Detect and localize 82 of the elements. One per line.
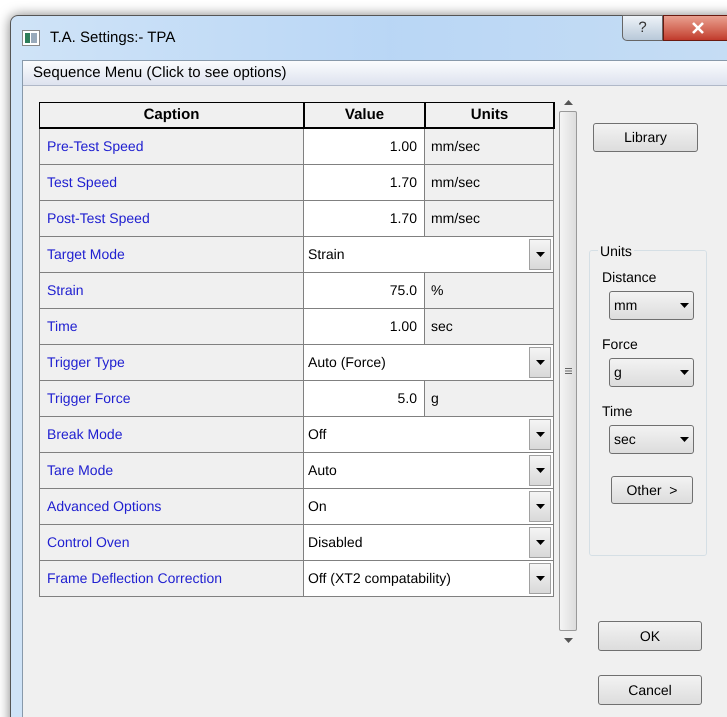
other-button[interactable]: Other >	[611, 476, 693, 504]
column-header: Caption	[40, 103, 305, 129]
cancel-button[interactable]: Cancel	[598, 675, 702, 705]
value-dropdown[interactable]: Off	[304, 417, 554, 453]
field-label: Distance	[602, 268, 658, 287]
dropdown-value: Auto	[308, 461, 337, 480]
caption-cell: Trigger Type	[39, 345, 304, 381]
value-field[interactable]: 5.0	[304, 381, 425, 417]
dropdown-value: Disabled	[308, 533, 362, 552]
dropdown-value: Strain	[308, 245, 345, 264]
window-icon	[22, 30, 40, 46]
grip-icon	[564, 368, 572, 374]
dropdown-value: On	[308, 497, 327, 516]
column-header: Units	[426, 103, 555, 129]
column-header: Value	[305, 103, 426, 129]
dropdown-value: g	[614, 363, 622, 382]
units-cell: mm/sec	[425, 165, 554, 201]
caption-cell: Pre-Test Speed	[39, 129, 304, 165]
caption-cell: Post-Test Speed	[39, 201, 304, 237]
units-dropdown[interactable]: mm	[609, 291, 694, 320]
help-button[interactable]: ?	[622, 15, 663, 41]
dropdown-button[interactable]	[529, 455, 551, 486]
value-dropdown[interactable]: On	[304, 489, 554, 525]
field-label: Time	[602, 402, 634, 421]
caption-cell: Time	[39, 309, 304, 345]
caption-cell: Trigger Force	[39, 381, 304, 417]
caret-down-icon	[680, 303, 689, 308]
close-button[interactable]	[663, 15, 727, 41]
dropdown-button[interactable]	[529, 563, 551, 594]
sequence-menu-bar[interactable]: Sequence Menu (Click to see options)	[23, 61, 727, 86]
caret-down-icon	[680, 370, 689, 375]
units-cell: mm/sec	[425, 129, 554, 165]
value-field[interactable]: 75.0	[304, 273, 425, 309]
caption-cell: Target Mode	[39, 237, 304, 273]
window-title: T.A. Settings:- TPA	[50, 28, 176, 48]
dropdown-value: Off	[308, 425, 326, 444]
units-cell: %	[425, 273, 554, 309]
dropdown-button[interactable]	[529, 491, 551, 522]
caret-down-icon	[536, 468, 544, 473]
value-dropdown[interactable]: Strain	[304, 237, 554, 273]
units-dropdown[interactable]: sec	[609, 425, 694, 454]
caret-down-icon	[536, 252, 544, 257]
caption-cell: Test Speed	[39, 165, 304, 201]
caret-down-icon	[536, 540, 544, 545]
caption-cell: Control Oven	[39, 525, 304, 561]
caret-down-icon	[680, 437, 689, 442]
caption-cell: Tare Mode	[39, 453, 304, 489]
dropdown-button[interactable]	[529, 419, 551, 450]
caption-cell: Strain	[39, 273, 304, 309]
units-dropdown[interactable]: g	[609, 358, 694, 387]
value-dropdown[interactable]: Auto	[304, 453, 554, 489]
caption-cell: Advanced Options	[39, 489, 304, 525]
scroll-down-icon	[564, 638, 572, 643]
caption-cell: Break Mode	[39, 417, 304, 453]
units-cell: g	[425, 381, 554, 417]
value-dropdown[interactable]: Auto (Force)	[304, 345, 554, 381]
caret-down-icon	[536, 360, 544, 365]
library-button[interactable]: Library	[593, 123, 698, 152]
dropdown-button[interactable]	[529, 239, 551, 270]
dropdown-value: mm	[614, 296, 638, 315]
value-dropdown[interactable]: Disabled	[304, 525, 554, 561]
value-field[interactable]: 1.70	[304, 165, 425, 201]
dropdown-value: Off (XT2 compatability)	[308, 569, 451, 588]
ok-button[interactable]: OK	[598, 621, 702, 651]
caption-cell: Frame Deflection Correction	[39, 561, 304, 597]
caret-down-icon	[536, 576, 544, 581]
dropdown-button[interactable]	[529, 527, 551, 558]
scroll-up-icon	[564, 100, 572, 105]
units-cell: mm/sec	[425, 201, 554, 237]
value-field[interactable]: 1.00	[304, 129, 425, 165]
caret-down-icon	[536, 504, 544, 509]
dropdown-value: Auto (Force)	[308, 353, 386, 372]
units-cell: sec	[425, 309, 554, 345]
close-icon	[691, 22, 705, 34]
value-field[interactable]: 1.70	[304, 201, 425, 237]
value-field[interactable]: 1.00	[304, 309, 425, 345]
caret-down-icon	[536, 432, 544, 437]
field-label: Force	[602, 335, 639, 354]
dropdown-value: sec	[614, 430, 636, 449]
value-dropdown[interactable]: Off (XT2 compatability)	[304, 561, 554, 597]
dropdown-button[interactable]	[529, 347, 551, 378]
scrollbar-thumb[interactable]	[559, 111, 577, 631]
